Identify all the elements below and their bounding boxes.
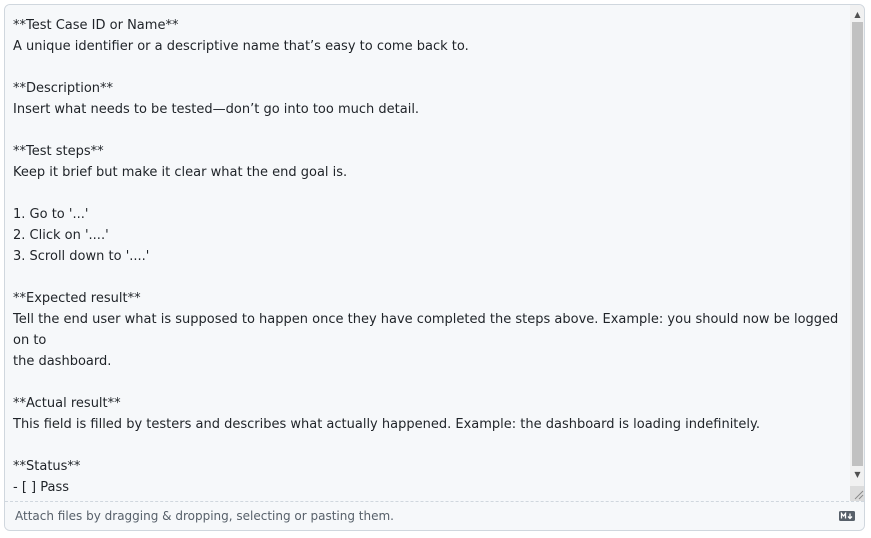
textarea-line — [13, 183, 841, 204]
textarea-line: Insert what needs to be tested—don’t go … — [13, 102, 420, 117]
textarea-line: **Test Case ID or Name** — [13, 18, 179, 33]
textarea-line — [13, 267, 841, 288]
template-textarea[interactable]: **Test Case ID or Name** A unique identif… — [5, 5, 849, 501]
textarea-line: **Status** — [13, 459, 81, 474]
textarea-line: - [ ] Pass — [13, 480, 69, 495]
textarea-line: 1. Go to '...' — [13, 207, 89, 222]
textarea-line: **Description** — [13, 81, 114, 96]
textarea-line: Tell the end user what is supposed to ha… — [13, 312, 843, 348]
scrollbar-thumb[interactable] — [852, 22, 863, 466]
textarea-line: 3. Scroll down to '....' — [13, 249, 150, 264]
textarea-line: **Test steps** — [13, 144, 104, 159]
textarea-line — [13, 57, 841, 78]
textarea-line: the dashboard. — [13, 354, 112, 369]
textarea-line: 2. Click on '....' — [13, 228, 109, 243]
vertical-scrollbar[interactable]: ▲ ▼ — [850, 5, 864, 501]
attach-files-label[interactable]: Attach files by dragging & dropping, sel… — [15, 508, 394, 524]
textarea-line — [13, 372, 841, 393]
textarea-line: **Actual result** — [13, 396, 121, 411]
resize-handle-icon[interactable] — [850, 486, 864, 501]
textarea-line: This field is filled by testers and desc… — [13, 417, 760, 432]
textarea-line — [13, 435, 841, 456]
comment-editor: **Test Case ID or Name** A unique identif… — [4, 4, 865, 531]
attach-files-bar[interactable]: Attach files by dragging & dropping, sel… — [5, 501, 864, 530]
textarea-line: **Expected result** — [13, 291, 141, 306]
scroll-up-arrow-icon[interactable]: ▲ — [850, 7, 864, 22]
markdown-icon[interactable] — [839, 511, 855, 521]
textarea-line: Keep it brief but make it clear what the… — [13, 165, 348, 180]
textarea-line: A unique identifier or a descriptive nam… — [13, 39, 469, 54]
textarea-line — [13, 120, 841, 141]
scroll-down-arrow-icon[interactable]: ▼ — [850, 467, 864, 482]
